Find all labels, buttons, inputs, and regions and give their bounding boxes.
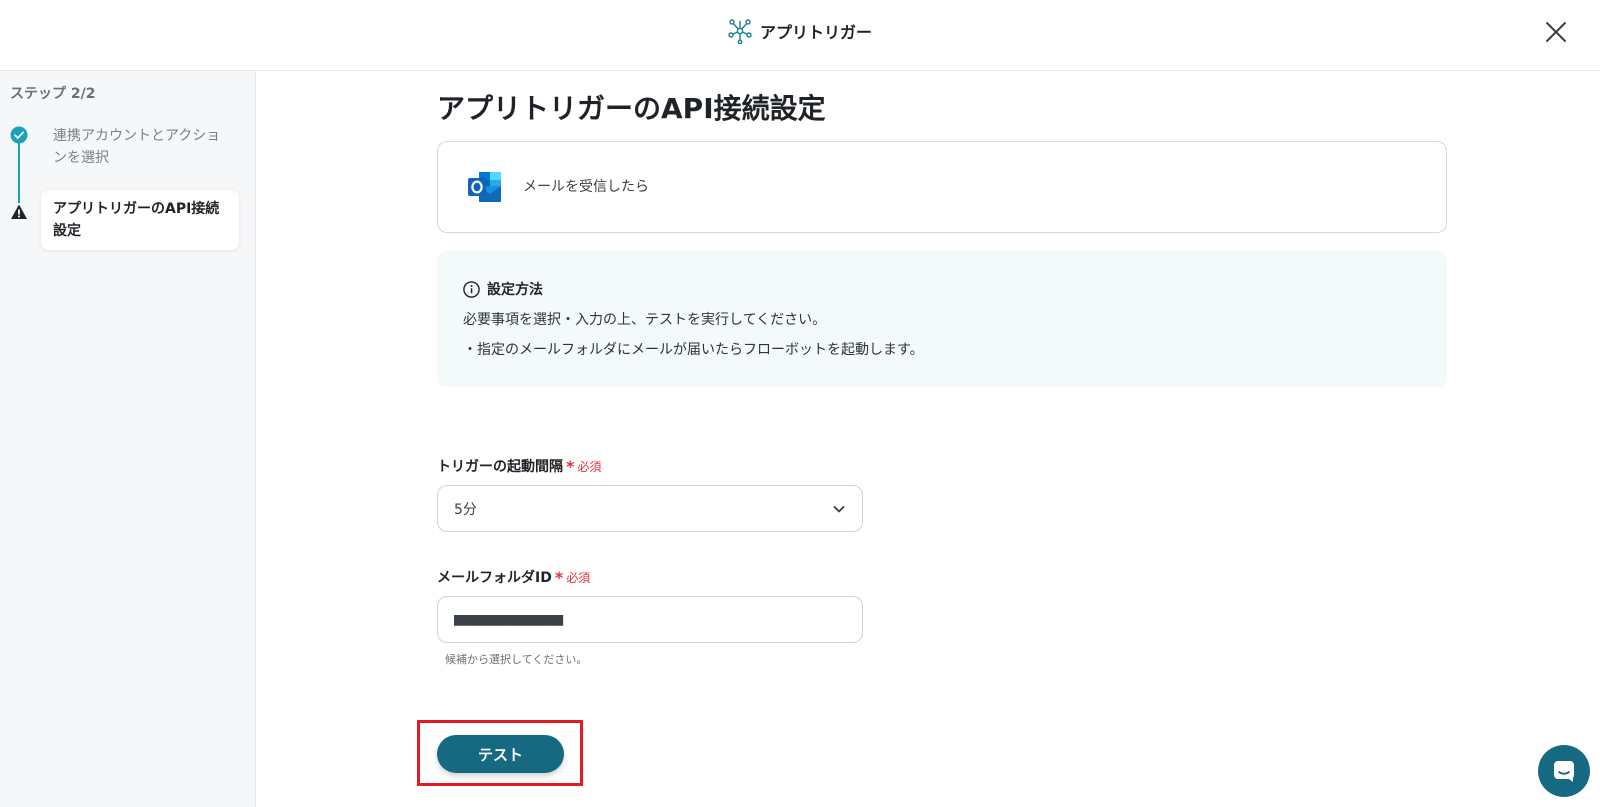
required-text: 必須	[566, 570, 591, 585]
close-button[interactable]	[1542, 18, 1570, 46]
outlook-icon	[468, 172, 501, 202]
instructions-line-2: ・指定のメールフォルダにメールが届いたらフローボットを起動します。	[463, 342, 924, 358]
required-text: 必須	[577, 459, 602, 474]
close-icon	[1546, 22, 1566, 42]
interval-select-value: 5分	[454, 501, 477, 518]
chat-icon	[1554, 761, 1574, 782]
instructions-heading: 設定方法	[463, 279, 543, 299]
instructions-heading-text: 設定方法	[487, 282, 543, 298]
warning-icon	[11, 204, 27, 219]
page-title: アプリトリガーのAPI接続設定	[437, 92, 826, 125]
header: アプリトリガー	[0, 0, 1600, 71]
check-circle-icon	[10, 126, 28, 144]
folder-id-label: メールフォルダID * 必須	[437, 567, 590, 587]
instructions-box: 設定方法 必要事項を選択・入力の上、テストを実行してください。 ・指定のメールフ…	[437, 251, 1447, 387]
trigger-event-label: メールを受信したら	[523, 179, 649, 195]
trigger-app-card: メールを受信したら	[437, 141, 1447, 233]
step-connector-line	[18, 137, 20, 203]
folder-id-hint: 候補から選択してください。	[445, 653, 588, 666]
folder-id-value: ■■■■■■■■■■■	[454, 609, 563, 630]
interval-select[interactable]: 5分	[437, 485, 863, 532]
chevron-down-icon	[833, 505, 845, 512]
sidebar-step-api-settings[interactable]: アプリトリガーのAPI接続設定	[41, 190, 239, 250]
header-title-text: アプリトリガー	[759, 23, 872, 42]
interval-label: トリガーの起動間隔 * 必須	[437, 456, 601, 476]
network-nodes-icon	[728, 18, 752, 44]
sidebar: ステップ 2/2 連携アカウントとアクションを選択 アプリトリガーのAPI接続設…	[0, 71, 256, 807]
info-icon	[463, 280, 480, 298]
step-count: ステップ 2/2	[10, 86, 96, 102]
required-mark: *	[554, 567, 564, 587]
header-title: アプリトリガー	[0, 18, 1600, 44]
folder-id-label-text: メールフォルダID	[437, 570, 552, 586]
interval-label-text: トリガーの起動間隔	[437, 459, 563, 475]
test-button[interactable]: テスト	[437, 735, 564, 773]
instructions-line-1: 必要事項を選択・入力の上、テストを実行してください。	[463, 312, 827, 328]
required-mark: *	[566, 456, 575, 476]
folder-id-input[interactable]: ■■■■■■■■■■■	[437, 596, 863, 643]
sidebar-step-select-account[interactable]: 連携アカウントとアクションを選択	[53, 125, 233, 169]
chat-launcher-button[interactable]	[1538, 745, 1590, 797]
